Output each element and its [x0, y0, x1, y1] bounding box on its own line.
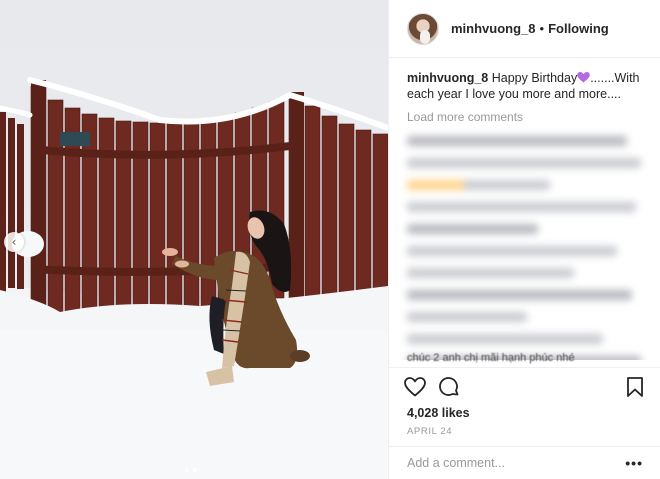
header-separator: •: [539, 21, 545, 36]
partial-comment-text: chúc 2 anh chị mãi hạnh phúc nhé: [407, 352, 575, 364]
post-date: APRIL 24: [407, 426, 453, 437]
add-comment-input[interactable]: [407, 456, 626, 470]
carousel-indicator: [185, 468, 197, 472]
header-username[interactable]: minhvuong_8: [451, 21, 536, 36]
chevron-left-icon: ‹: [11, 235, 17, 249]
carousel-dot-active: [193, 468, 197, 472]
load-more-comments-link[interactable]: Load more comments: [407, 110, 642, 124]
photo-scene: [0, 77, 388, 479]
heart-outline-icon[interactable]: [403, 375, 427, 399]
avatar[interactable]: [407, 12, 439, 45]
post-sidebar: minhvuong_8 • Following minhvuong_8 Happ…: [388, 0, 660, 479]
more-options-button[interactable]: •••: [625, 455, 643, 471]
post-actions: [389, 367, 660, 405]
caption-username[interactable]: minhvuong_8: [407, 71, 488, 85]
comment-bar: •••: [389, 446, 660, 479]
comment-bubble-icon[interactable]: [437, 375, 461, 399]
caption-text-start: Happy Birthday: [488, 71, 578, 85]
post-caption: minhvuong_8 Happy Birthday .......With ea…: [389, 58, 660, 102]
post-header: minhvuong_8 • Following: [389, 0, 660, 58]
likes-count[interactable]: 4,028 likes: [407, 406, 470, 420]
purple-heart-icon: [577, 72, 590, 83]
bookmark-icon[interactable]: [623, 375, 647, 399]
post-photo[interactable]: ‹: [0, 0, 388, 479]
blurred-comments: [389, 128, 660, 360]
following-button[interactable]: Following: [548, 21, 609, 36]
carousel-prev-button[interactable]: ‹: [4, 232, 24, 252]
carousel-dot: [185, 468, 189, 472]
